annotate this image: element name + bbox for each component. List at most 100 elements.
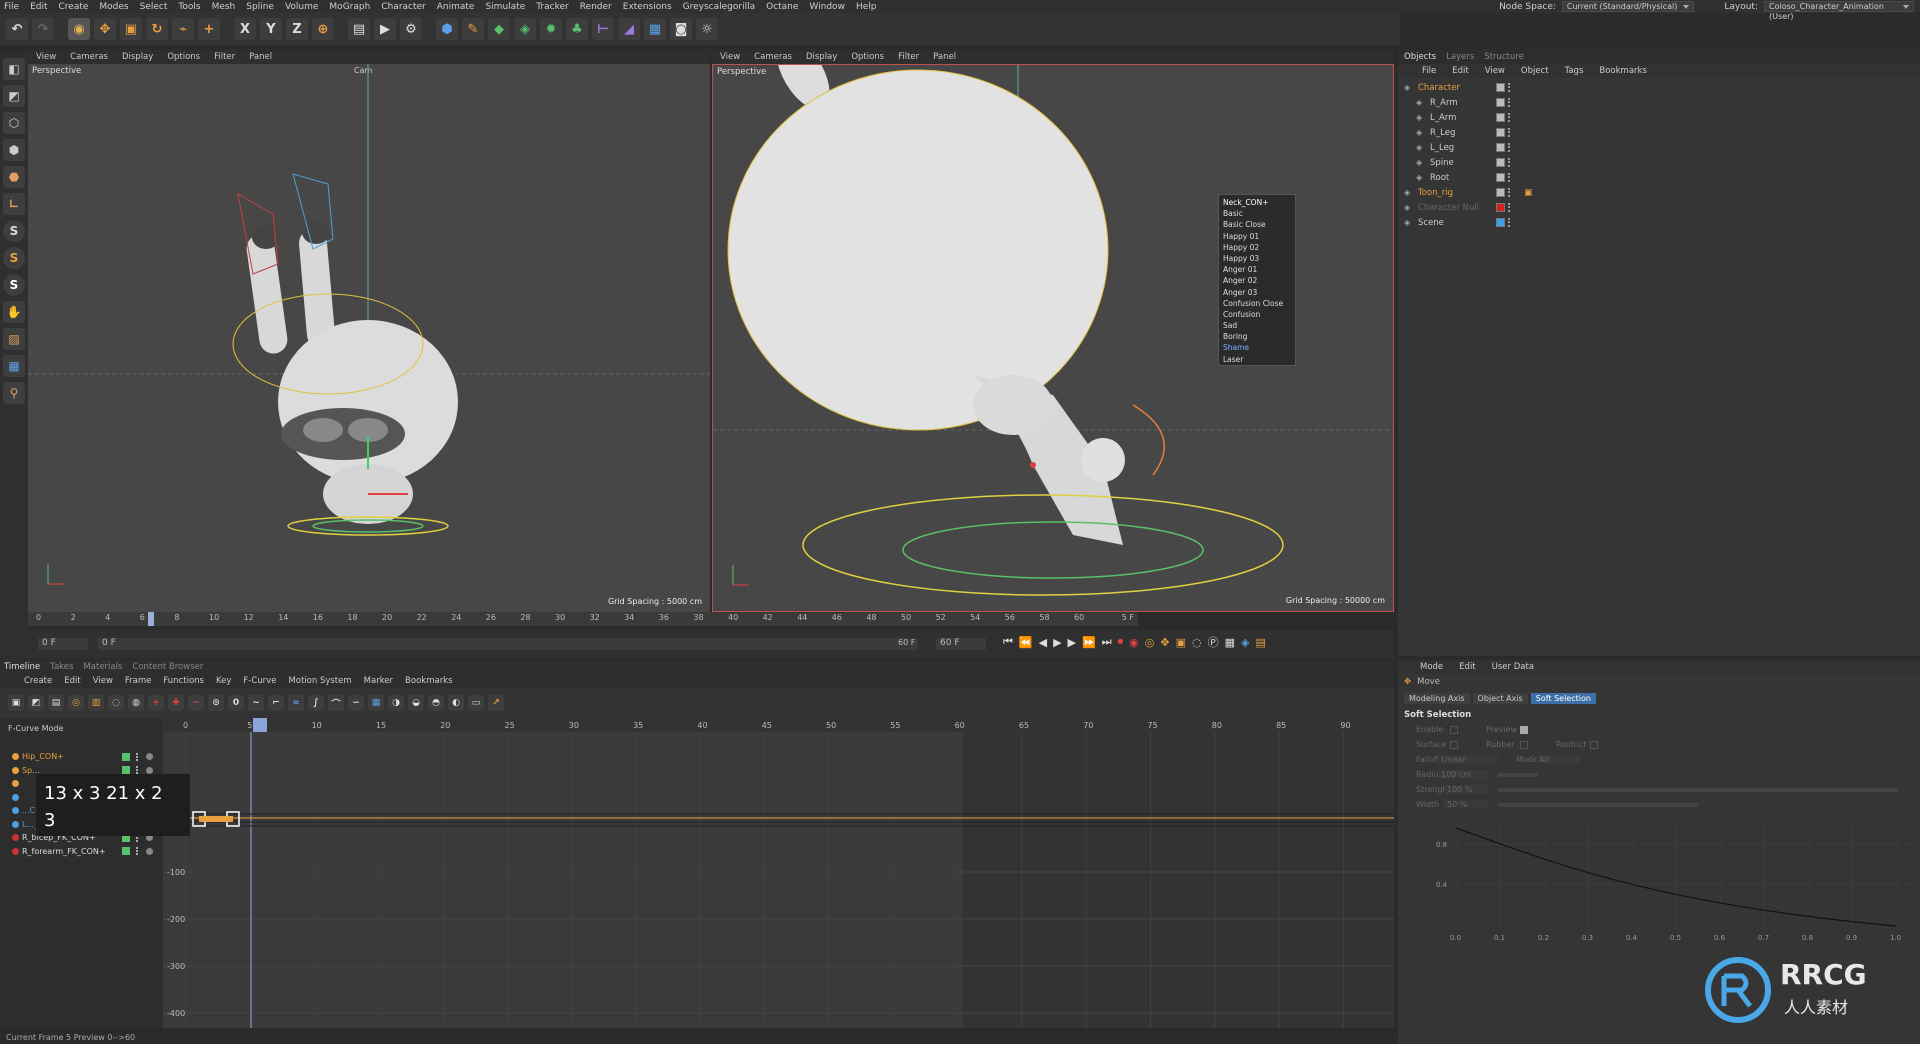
track-mute-icon[interactable] (136, 752, 139, 761)
preview-checkbox[interactable] (1520, 725, 1528, 734)
next-key-icon[interactable]: ⏩ (1082, 636, 1096, 649)
object-item[interactable]: ◈ Root (1404, 170, 1920, 185)
menu-volume[interactable]: Volume (285, 2, 318, 12)
grid-icon[interactable]: ▦ (3, 355, 25, 377)
break-tangent-icon[interactable]: ◑ (388, 695, 404, 711)
render-region-icon[interactable]: ▤ (348, 18, 370, 40)
add-key-all-icon[interactable]: ✚ (168, 695, 184, 711)
obj-menu-view[interactable]: View (1485, 66, 1505, 76)
sculpt-icon[interactable]: ✋ (3, 301, 25, 323)
tab-takes[interactable]: Takes (50, 662, 73, 672)
track-solo-icon[interactable] (146, 766, 153, 774)
visibility-toggle[interactable] (1496, 203, 1505, 212)
record-icon[interactable]: ⏺ (1118, 635, 1124, 649)
fcurve-graph-canvas[interactable]: 0 5 10 15 20 25 30 35 40 45 50 55 60 65 70 75 80 85 90 -100… (163, 718, 1394, 1028)
expression-item[interactable]: Sad (1223, 320, 1291, 331)
cloner-icon[interactable]: ✹ (540, 18, 562, 40)
linear-curve-icon[interactable]: ∼ (248, 695, 264, 711)
menu-spline[interactable]: Spline (246, 2, 274, 12)
tab-layers[interactable]: Layers (1446, 52, 1474, 62)
tl-menu-frame[interactable]: Frame (125, 676, 151, 686)
expression-item[interactable]: Basic Close (1223, 219, 1291, 230)
tl-menu-bookmarks[interactable]: Bookmarks (405, 676, 453, 686)
expression-item[interactable]: Anger 03 (1223, 287, 1291, 298)
frame-all-icon[interactable]: ◍ (128, 695, 144, 711)
select-tool-icon[interactable]: ◉ (68, 18, 90, 40)
texture-mode-icon[interactable]: ◩ (3, 85, 25, 107)
tag-icon[interactable]: ▣ (1524, 188, 1533, 198)
fcurve-mode-icon[interactable]: ◩ (28, 695, 44, 711)
pla-key-icon[interactable]: ▦ (1225, 636, 1235, 649)
rotation-key-icon[interactable]: ◌ (1192, 636, 1202, 649)
tl-menu-create[interactable]: Create (24, 676, 52, 686)
add-key-icon[interactable]: + (148, 695, 164, 711)
visibility-toggle[interactable] (1496, 128, 1505, 137)
render-dots-icon[interactable] (1508, 113, 1511, 122)
rubber-checkbox[interactable] (1520, 740, 1528, 749)
param-key-icon[interactable]: Ⓟ (1208, 634, 1219, 650)
obj-menu-bookmarks[interactable]: Bookmarks (1599, 66, 1647, 76)
playhead[interactable] (148, 612, 154, 626)
vp-right-menu-display[interactable]: Display (806, 52, 837, 62)
viewport-left-canvas[interactable]: Perspective Cam Grid Spacing: 5000 cm (28, 64, 710, 612)
vp-right-menu-cameras[interactable]: Cameras (754, 52, 792, 62)
obj-menu-edit[interactable]: Edit (1452, 66, 1468, 76)
solo-icon[interactable]: S (3, 247, 25, 269)
obj-menu-file[interactable]: File (1422, 66, 1436, 76)
tl-menu-key[interactable]: Key (216, 676, 231, 686)
prev-key-icon[interactable]: ⏪ (1019, 636, 1033, 649)
render-dots-icon[interactable] (1508, 83, 1511, 92)
object-item[interactable]: ◈ Character (1404, 80, 1920, 95)
menu-file[interactable]: File (4, 2, 19, 12)
attr-menu-user-data[interactable]: User Data (1492, 662, 1534, 672)
falloff-dropdown[interactable]: Linear (1438, 755, 1498, 764)
track-solo-icon[interactable] (146, 847, 153, 855)
expression-item[interactable]: Basic (1223, 208, 1291, 219)
render-dots-icon[interactable] (1508, 173, 1511, 182)
render-dots-icon[interactable] (1508, 98, 1511, 107)
preview-range-slider[interactable]: 0 F (98, 638, 918, 650)
polygons-mode-icon[interactable]: ⬣ (3, 166, 25, 188)
object-item[interactable]: ◈ R_Arm (1404, 95, 1920, 110)
auto-tangent-icon[interactable]: ◓ (428, 695, 444, 711)
object-item[interactable]: ◈ L_Arm (1404, 110, 1920, 125)
tab-content-browser[interactable]: Content Browser (132, 662, 203, 672)
mograph-icon[interactable]: ♣ (566, 18, 588, 40)
visibility-toggle[interactable] (1496, 143, 1505, 152)
end-frame-field[interactable]: 60 F (936, 638, 986, 650)
vp-left-menu-filter[interactable]: Filter (214, 52, 235, 62)
next-frame-icon[interactable]: ▶ (1068, 636, 1076, 649)
mode-dropdown[interactable]: All (1536, 755, 1580, 764)
tab-materials[interactable]: Materials (83, 662, 122, 672)
expression-menu-title[interactable]: Neck_CON+ (1223, 197, 1291, 208)
enable-checkbox[interactable] (1450, 725, 1458, 734)
step-curve-icon[interactable]: ⌐ (268, 695, 284, 711)
go-to-start-icon[interactable]: ⏮ (1003, 635, 1013, 649)
render-dots-icon[interactable] (1508, 158, 1511, 167)
keyframe-selection-icon[interactable]: ◎ (1145, 636, 1155, 649)
workplane-icon[interactable]: ▨ (3, 328, 25, 350)
vp-left-menu-cameras[interactable]: Cameras (70, 52, 108, 62)
zero-key-icon[interactable]: 0 (228, 695, 244, 711)
vp-right-menu-panel[interactable]: Panel (933, 52, 956, 62)
sound-icon[interactable]: ◈ (1241, 636, 1249, 649)
autokey-icon[interactable]: ◉ (1129, 636, 1139, 649)
track-mute-icon[interactable] (136, 847, 139, 856)
light-icon[interactable]: ☼ (696, 18, 718, 40)
tl-menu-marker[interactable]: Marker (364, 676, 393, 686)
visibility-toggle[interactable] (1496, 83, 1505, 92)
expression-item[interactable]: Happy 03 (1223, 253, 1291, 264)
expression-item[interactable]: Happy 01 (1223, 231, 1291, 242)
scale-tool-icon[interactable]: ▣ (120, 18, 142, 40)
obj-menu-object[interactable]: Object (1521, 66, 1549, 76)
move-tool-icon[interactable]: ✥ (94, 18, 116, 40)
fcurve-track-row[interactable]: Hip_CON+ (0, 750, 163, 764)
menu-greyscalegorilla[interactable]: Greyscalegorilla (683, 2, 755, 12)
ease-out-icon[interactable]: ⌒ (328, 695, 344, 711)
field-icon[interactable]: ◢ (618, 18, 640, 40)
graph-playhead-marker[interactable] (253, 718, 267, 732)
motion-mode-icon[interactable]: ▤ (48, 695, 64, 711)
expression-item[interactable]: Confusion (1223, 309, 1291, 320)
track-enable-toggle[interactable] (122, 847, 130, 856)
snap-icon[interactable]: S (3, 220, 25, 242)
